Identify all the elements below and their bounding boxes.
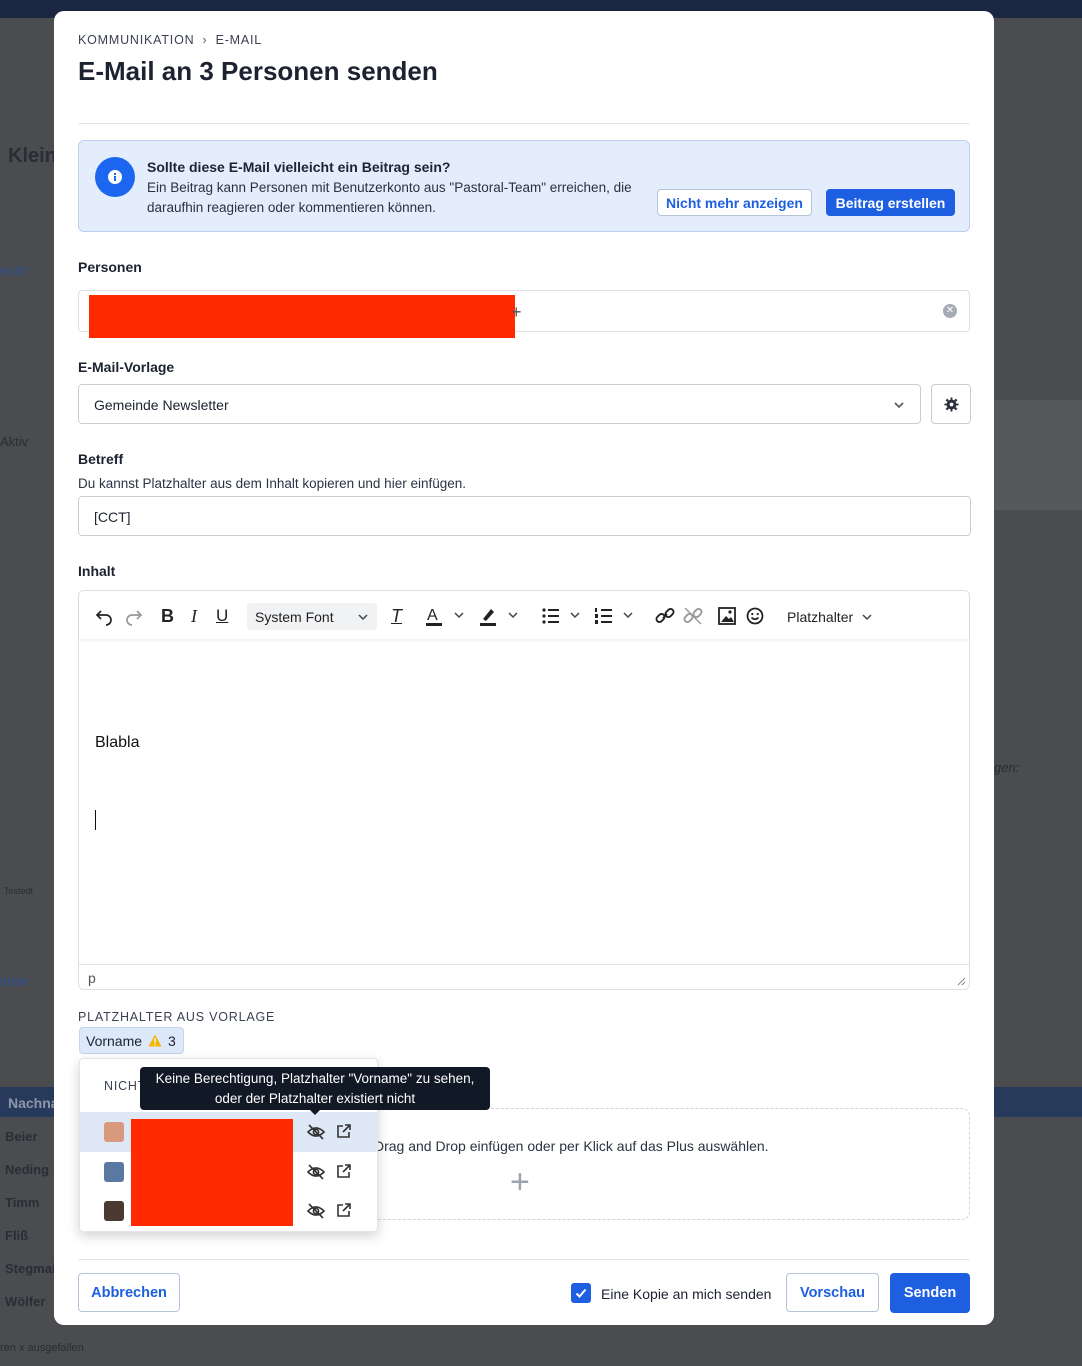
- background-text: Klein: [8, 145, 57, 167]
- underline-icon[interactable]: U: [216, 605, 228, 627]
- background-text: Stegmai: [5, 1261, 56, 1276]
- external-link-icon[interactable]: [336, 1202, 352, 1218]
- background-text: Aktiv: [0, 434, 29, 449]
- editor-content-text: Blabla: [95, 734, 140, 751]
- tooltip: Keine Berechtigung, Platzhalter "Vorname…: [140, 1067, 490, 1110]
- element-path: p: [88, 970, 96, 986]
- subject-input[interactable]: [CCT]: [78, 496, 971, 536]
- cancel-button[interactable]: Abbrechen: [78, 1273, 180, 1312]
- background-text: Fliß: [5, 1228, 29, 1243]
- dropzone-text: Drag and Drop einfügen oder per Klick au…: [374, 1138, 769, 1154]
- subject-label: Betreff: [78, 451, 124, 467]
- clear-format-icon[interactable]: T: [391, 605, 402, 627]
- avatar: [104, 1122, 124, 1142]
- text-color-icon[interactable]: A: [425, 605, 465, 627]
- background-map: [994, 400, 1082, 510]
- attachment-dropzone[interactable]: Drag and Drop einfügen oder per Klick au…: [358, 1108, 970, 1220]
- background-text: Nachna: [8, 1095, 59, 1111]
- chevron-down-icon: [358, 614, 368, 621]
- bullet-list-icon[interactable]: [541, 605, 585, 627]
- editor-toolbar: B I U System Font T A Platzhalter: [79, 591, 969, 639]
- breadcrumb-current: E-MAIL: [215, 32, 263, 47]
- emoji-icon[interactable]: [745, 605, 765, 627]
- gear-icon: [943, 396, 959, 412]
- eye-off-icon[interactable]: [306, 1202, 326, 1220]
- placeholder-chip-count: 3: [168, 1032, 176, 1049]
- highlight-icon[interactable]: [479, 605, 519, 627]
- editor-statusbar: p: [79, 964, 969, 989]
- font-family-select[interactable]: System Font: [247, 603, 377, 630]
- background-text: gen:: [994, 760, 1020, 775]
- resize-handle-icon[interactable]: [956, 976, 966, 986]
- placeholder-menu[interactable]: Platzhalter: [787, 609, 853, 625]
- background-text: Timm: [5, 1195, 40, 1210]
- persons-label: Personen: [78, 259, 142, 275]
- template-label: E-Mail-Vorlage: [78, 359, 175, 375]
- background-text: Beier: [5, 1129, 38, 1144]
- warning-icon: [148, 1034, 162, 1047]
- persons-field[interactable]: + ✕: [78, 290, 970, 338]
- subject-hint: Du kannst Platzhalter aus dem Inhalt kop…: [78, 476, 466, 491]
- svg-text:A: A: [427, 607, 438, 624]
- tooltip-line: oder der Platzhalter existiert nicht: [214, 1091, 416, 1106]
- placeholder-chip[interactable]: Vorname 3: [79, 1027, 184, 1054]
- italic-icon[interactable]: I: [191, 605, 197, 627]
- template-select[interactable]: Gemeinde Newsletter: [78, 384, 921, 424]
- info-text: Ein Beitrag kann Personen mit Benutzerko…: [147, 180, 632, 215]
- font-family-value: System Font: [255, 609, 334, 625]
- footer-divider: [78, 1259, 970, 1260]
- image-icon[interactable]: [717, 605, 737, 627]
- placeholder-chip-label: Vorname: [86, 1032, 143, 1049]
- avatar: [104, 1162, 124, 1182]
- unlink-icon[interactable]: [682, 605, 704, 627]
- background-text: ren x ausgefallen: [0, 1342, 84, 1354]
- placeholder-heading: PLATZHALTER AUS VORLAGE: [78, 1010, 276, 1024]
- checkmark-icon: [575, 1288, 587, 1298]
- send-button[interactable]: Senden: [890, 1273, 970, 1313]
- redacted-recipients: [89, 295, 515, 338]
- copy-checkbox[interactable]: [571, 1283, 591, 1303]
- avatar: [104, 1201, 124, 1221]
- tooltip-arrow: [309, 1109, 321, 1115]
- template-value: Gemeinde Newsletter: [94, 397, 229, 413]
- external-link-icon[interactable]: [336, 1163, 352, 1179]
- create-post-button[interactable]: Beitrag erstellen: [826, 189, 955, 216]
- info-title: Sollte diese E-Mail vielleicht ein Beitr…: [147, 159, 451, 175]
- page-title: E-Mail an 3 Personen senden: [78, 56, 438, 86]
- undo-icon[interactable]: [94, 605, 114, 627]
- content-label: Inhalt: [78, 563, 116, 579]
- preview-button[interactable]: Vorschau: [786, 1273, 879, 1312]
- breadcrumb: KOMMUNIKATION › E-MAIL: [78, 32, 262, 47]
- chevron-down-icon: [862, 614, 872, 621]
- background-text: sicht: [0, 263, 27, 278]
- background-text: Neding: [5, 1162, 50, 1177]
- background-text: uppe: [0, 973, 29, 988]
- header-divider: [78, 123, 970, 124]
- info-banner: Sollte diese E-Mail vielleicht ein Beitr…: [78, 140, 970, 232]
- dismiss-button[interactable]: Nicht mehr anzeigen: [657, 189, 812, 216]
- link-icon[interactable]: [654, 605, 676, 627]
- copy-checkbox-label[interactable]: Eine Kopie an mich senden: [601, 1286, 771, 1302]
- breadcrumb-separator: ›: [202, 32, 208, 47]
- redacted-names: [131, 1119, 293, 1226]
- text-cursor: [95, 810, 96, 830]
- eye-off-icon[interactable]: [306, 1163, 326, 1181]
- content-editor[interactable]: B I U System Font T A Platzhalter Blabla…: [78, 590, 970, 990]
- add-attachment-icon[interactable]: +: [510, 1163, 530, 1202]
- background-text: Tostedt: [4, 886, 34, 896]
- bold-icon[interactable]: B: [161, 605, 174, 627]
- clear-icon[interactable]: ✕: [943, 304, 957, 318]
- template-settings-button[interactable]: [931, 384, 971, 424]
- chevron-down-icon: [894, 402, 904, 409]
- add-person-icon[interactable]: +: [511, 303, 522, 321]
- numbered-list-icon[interactable]: [594, 605, 638, 627]
- tooltip-line: Keine Berechtigung, Platzhalter "Vorname…: [155, 1071, 475, 1086]
- eye-off-icon[interactable]: [306, 1123, 326, 1141]
- redo-icon[interactable]: [124, 605, 144, 627]
- subject-value: [CCT]: [94, 509, 131, 525]
- background-text: Wölfer: [5, 1294, 46, 1309]
- external-link-icon[interactable]: [336, 1123, 352, 1139]
- info-icon: [95, 157, 135, 197]
- breadcrumb-parent[interactable]: KOMMUNIKATION: [78, 33, 194, 47]
